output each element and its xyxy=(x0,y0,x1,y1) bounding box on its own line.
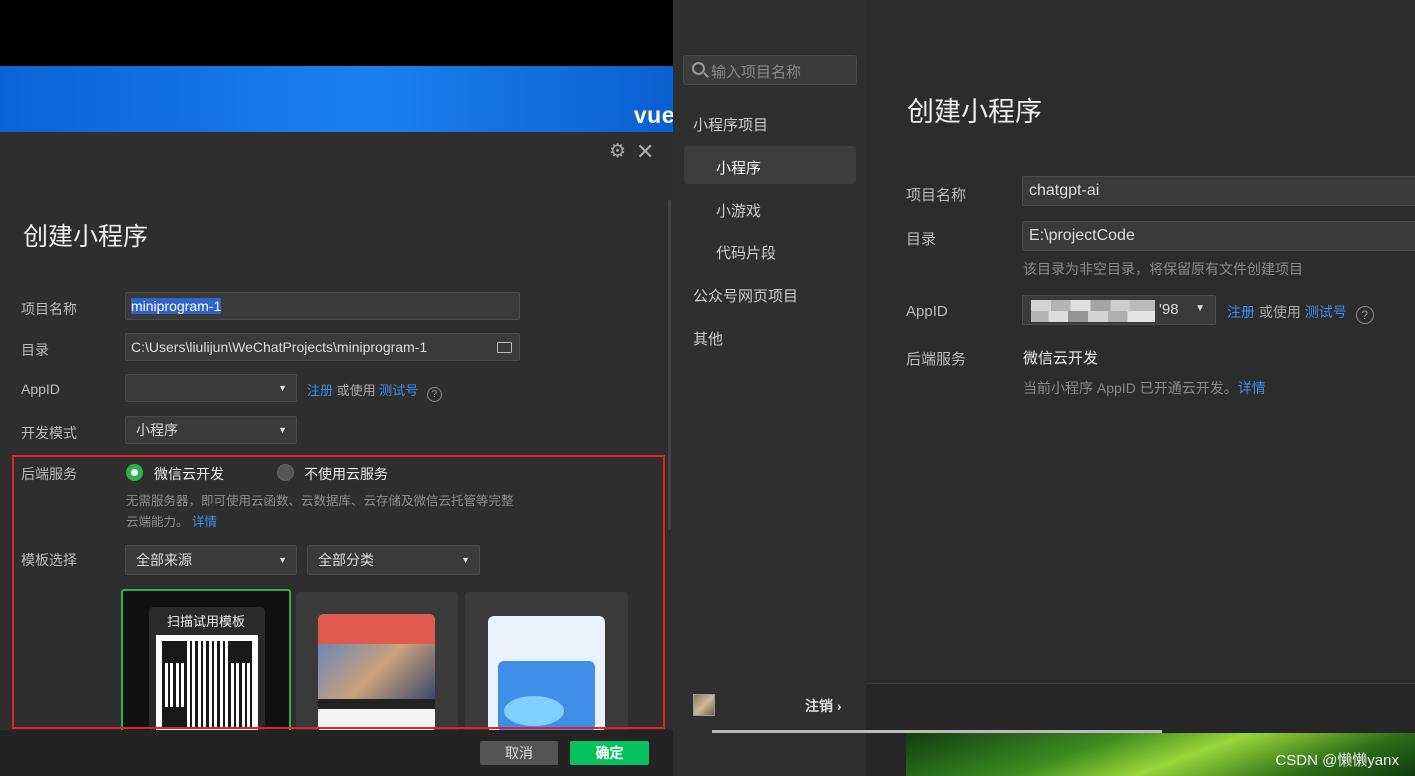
sidebar-item-other[interactable]: 其他 xyxy=(693,328,723,349)
chevron-down-icon: ▼ xyxy=(461,555,470,565)
backend-label: 后端服务 xyxy=(21,466,77,482)
backend-desc-line1: 无需服务器，即可使用云函数、云数据库、云存储及微信云托管等完整 xyxy=(126,494,514,508)
directory-label: 目录 xyxy=(21,342,49,358)
template-card-3[interactable] xyxy=(465,592,628,732)
directory-value: C:\Users\liulijun\WeChatProjects\minipro… xyxy=(131,339,428,355)
appid-label: AppID xyxy=(906,303,948,320)
template-card-3-preview xyxy=(488,616,605,732)
settings-gear-icon[interactable]: ⚙ xyxy=(609,142,626,162)
sidebar-item-minigame[interactable]: 小游戏 xyxy=(716,200,761,221)
sidebar-item-miniprogram-project[interactable]: 小程序项目 xyxy=(693,114,768,135)
backend-value: 微信云开发 xyxy=(1023,350,1099,367)
chevron-right-icon: › xyxy=(836,698,842,714)
template-source-value: 全部来源 xyxy=(136,552,192,568)
directory-hint: 该目录为非空目录，将保留原有文件创建项目 xyxy=(1023,261,1303,277)
chevron-down-icon: ▼ xyxy=(278,383,287,393)
create-form-panel: 创建小程序 项目名称 chatgpt-ai 目录 E:\projectCode … xyxy=(866,0,1415,776)
appid-suffix: '98 xyxy=(1159,301,1179,318)
template-card-scan-title: 扫描试用模板 xyxy=(166,614,245,629)
template-card-scan[interactable]: 扫描试用模板 xyxy=(121,589,291,734)
directory-input[interactable]: C:\Users\liulijun\WeChatProjects\minipro… xyxy=(125,333,520,361)
search-icon xyxy=(692,62,705,75)
banner-text: vue xyxy=(633,102,673,128)
or-use-text: 或使用 xyxy=(336,383,376,398)
scrollbar[interactable] xyxy=(668,200,671,530)
project-name-label: 项目名称 xyxy=(21,301,77,317)
appid-dropdown[interactable]: '98 ▼ xyxy=(1022,295,1216,325)
radio-no-cloud-label[interactable]: 不使用云服务 xyxy=(304,464,388,484)
register-link[interactable]: 注册 xyxy=(307,383,333,398)
logout-button[interactable]: 注销 › xyxy=(805,696,842,716)
avatar[interactable] xyxy=(693,694,715,716)
template-label: 模板选择 xyxy=(21,552,77,568)
chevron-down-icon: ▼ xyxy=(278,425,287,435)
project-name-input[interactable]: chatgpt-ai xyxy=(1022,176,1415,206)
project-name-value: miniprogram-1 xyxy=(131,298,222,314)
cancel-button[interactable]: 取消 xyxy=(480,741,558,765)
search-placeholder: 输入项目名称 xyxy=(711,64,802,81)
sidebar-active-highlight xyxy=(684,146,856,184)
directory-label: 目录 xyxy=(906,231,937,248)
chevron-down-icon: ▼ xyxy=(278,555,287,565)
template-category-value: 全部分类 xyxy=(318,552,374,568)
confirm-button[interactable]: 确定 xyxy=(570,741,649,765)
test-account-link[interactable]: 测试号 xyxy=(379,383,418,398)
qr-code-icon xyxy=(156,635,258,732)
search-input[interactable]: 输入项目名称 xyxy=(683,55,857,85)
test-account-link[interactable]: 测试号 xyxy=(1305,304,1347,320)
top-black-area xyxy=(0,0,673,66)
project-name-input[interactable]: miniprogram-1 xyxy=(125,292,520,320)
watermark: CSDN @懒懒yanx xyxy=(1275,752,1399,769)
sidebar-item-miniprogram[interactable]: 小程序 xyxy=(716,157,761,178)
or-use-text: 或使用 xyxy=(1258,304,1301,320)
appid-dropdown[interactable]: ▼ xyxy=(125,374,297,402)
chevron-down-icon: ▼ xyxy=(1195,303,1205,314)
folder-icon[interactable] xyxy=(497,342,512,353)
template-source-dropdown[interactable]: 全部来源 ▼ xyxy=(125,545,297,575)
template-card-2[interactable] xyxy=(296,592,458,732)
radio-no-cloud[interactable] xyxy=(277,464,294,481)
page-title: 创建小程序 xyxy=(907,97,1042,127)
appid-links: 注册 或使用 测试号 ? xyxy=(1227,302,1374,324)
help-icon[interactable]: ? xyxy=(1355,306,1374,324)
radio-wechat-cloud-label[interactable]: 微信云开发 xyxy=(154,464,224,484)
divider-line xyxy=(712,730,1162,733)
dialog-title: 创建小程序 xyxy=(23,223,149,251)
directory-input[interactable]: E:\projectCode xyxy=(1022,221,1415,251)
dev-mode-label: 开发模式 xyxy=(21,425,77,441)
appid-links: 注册 或使用 测试号 ? xyxy=(307,380,442,402)
project-type-sidebar: 输入项目名称 小程序项目 小程序 小游戏 代码片段 公众号网页项目 其他 注销 … xyxy=(673,0,866,776)
help-icon[interactable]: ? xyxy=(426,387,442,402)
backend-details-link[interactable]: 详情 xyxy=(1238,380,1266,396)
blue-banner xyxy=(0,66,673,132)
close-icon[interactable]: ✕ xyxy=(636,141,654,163)
backend-description: 无需服务器，即可使用云函数、云数据库、云存储及微信云托管等完整 云端能力。 详情 xyxy=(126,491,546,533)
dialog-footer: 取消 确定 xyxy=(0,730,673,776)
dev-mode-value: 小程序 xyxy=(136,422,178,438)
logout-label: 注销 xyxy=(805,698,833,714)
appid-redacted xyxy=(1031,300,1155,322)
backend-details-link[interactable]: 详情 xyxy=(192,515,217,529)
sidebar-item-official-web[interactable]: 公众号网页项目 xyxy=(693,285,798,306)
sidebar-item-code-snippet[interactable]: 代码片段 xyxy=(716,242,776,263)
left-create-dialog: vue ⚙ ✕ 创建小程序 项目名称 miniprogram-1 目录 C:\U… xyxy=(0,0,673,776)
dev-mode-dropdown[interactable]: 小程序 ▼ xyxy=(125,416,297,444)
template-category-dropdown[interactable]: 全部分类 ▼ xyxy=(307,545,480,575)
radio-wechat-cloud[interactable] xyxy=(126,464,143,481)
backend-desc-line2: 云端能力。 xyxy=(126,515,189,529)
appid-label: AppID xyxy=(21,381,60,397)
backend-label: 后端服务 xyxy=(906,351,967,368)
register-link[interactable]: 注册 xyxy=(1227,304,1255,320)
project-name-label: 项目名称 xyxy=(906,187,967,204)
template-card-2-preview xyxy=(318,614,435,732)
backend-hint: 当前小程序 AppID 已开通云开发。详情 xyxy=(1023,380,1266,396)
